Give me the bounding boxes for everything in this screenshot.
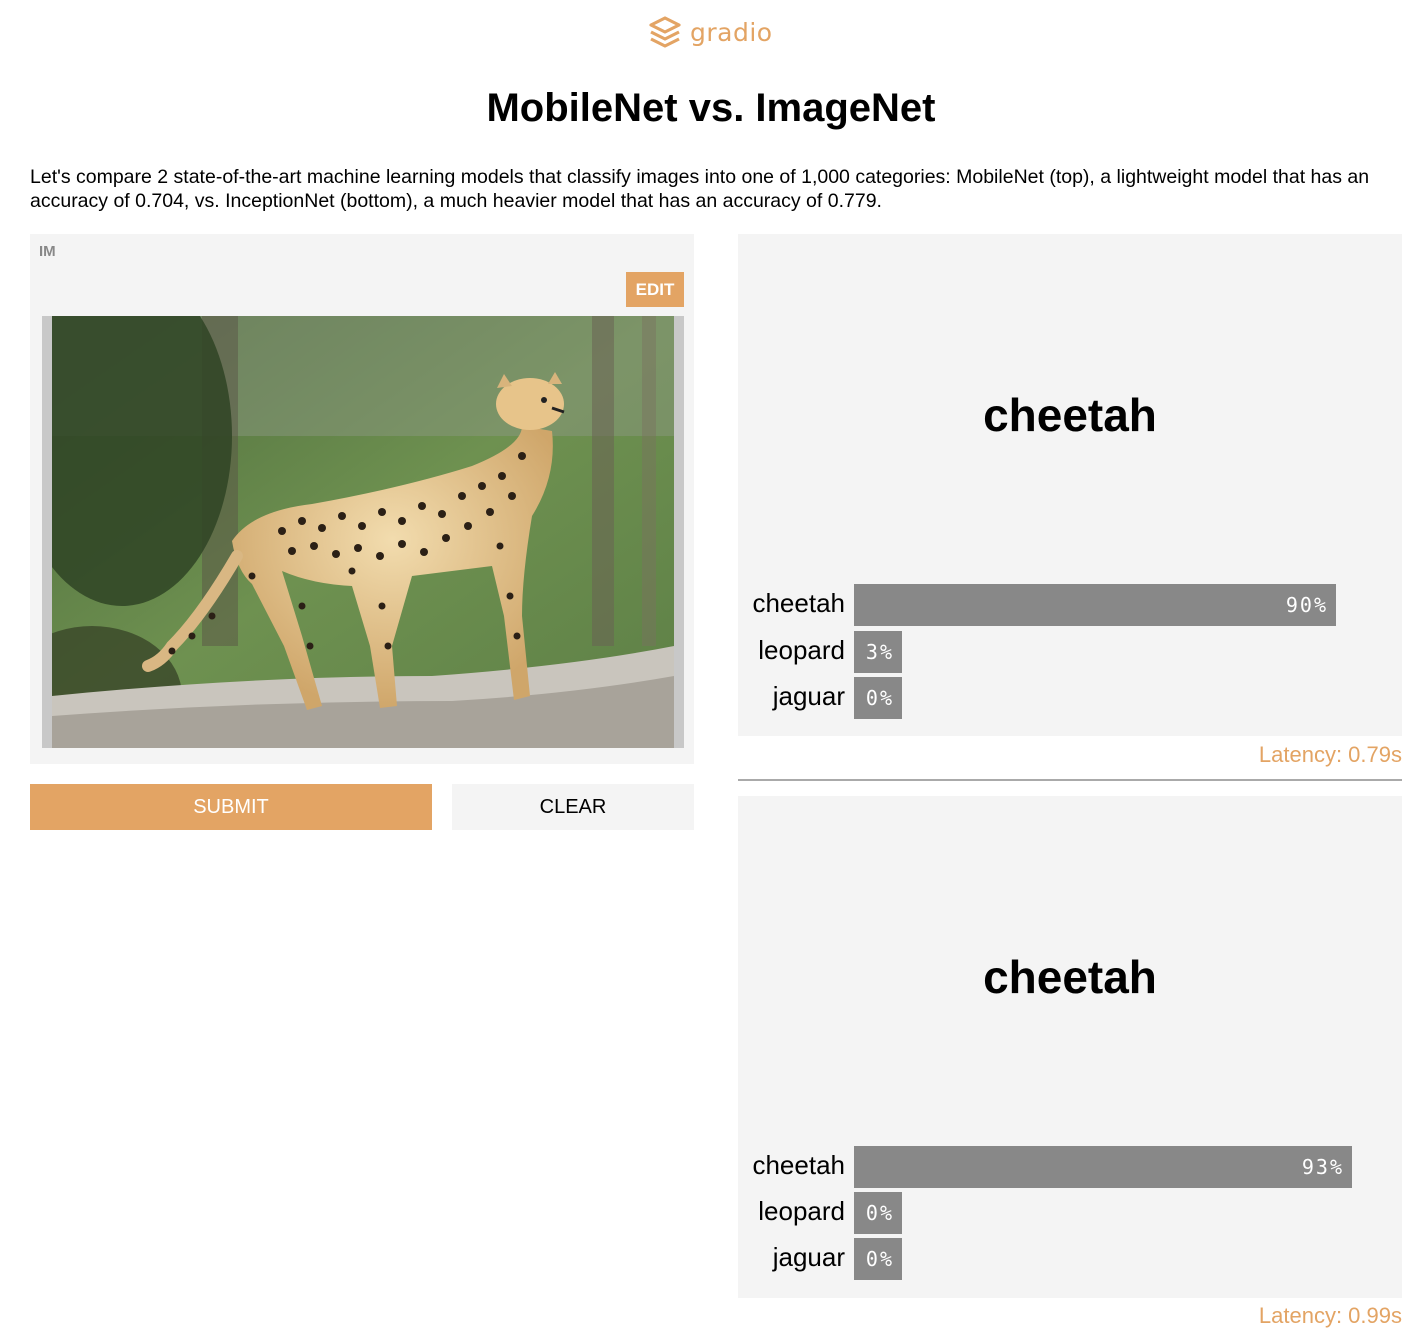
brand-name: gradio [690,17,773,47]
image-input-panel[interactable]: IM EDIT [30,234,694,764]
confidence-percent: 93% [1301,1155,1344,1179]
confidence-percent: 0% [865,1247,894,1271]
confidence-bar: 90% [854,584,1336,626]
confidence-bar: 0% [854,677,902,719]
latency-text: Latency: 0.79s [1258,742,1402,767]
latency-text: Latency: 0.99s [1258,1303,1402,1328]
page-description: Let's compare 2 state-of-the-art machine… [30,166,1370,212]
class-name: cheetah [752,588,845,618]
gradio-logo: gradio [648,14,773,50]
confidence-bar: 0% [854,1192,902,1234]
confidence-percent: 3% [865,640,894,664]
confidence-percent: 0% [865,1201,894,1225]
confidence-row: jaguar 0% [738,677,1402,719]
confidence-percent: 90% [1285,593,1328,617]
predicted-label: cheetah [983,951,1157,1003]
input-label: IM [39,243,56,260]
confidence-bar: 3% [854,631,902,673]
class-name: leopard [758,635,845,665]
predicted-label: cheetah [983,389,1157,441]
class-name: cheetah [752,1150,845,1180]
edit-button[interactable]: EDIT [626,272,684,307]
confidence-row: jaguar 0% [738,1238,1402,1280]
confidence-row: cheetah 93% [738,1146,1402,1188]
confidence-bar: 93% [854,1146,1352,1188]
output-panel-inceptionnet: cheetah cheetah 93% leopard 0% jaguar 0% [738,796,1402,1298]
cheetah-image [52,316,674,748]
submit-button[interactable]: SUBMIT [30,784,432,830]
class-name: leopard [758,1196,845,1226]
confidence-row: leopard 0% [738,1192,1402,1234]
confidence-bar: 0% [854,1238,902,1280]
confidence-row: cheetah 90% [738,584,1402,626]
confidence-row: leopard 3% [738,631,1402,673]
page-title: MobileNet vs. ImageNet [486,86,936,130]
class-name: jaguar [772,1242,845,1272]
output-divider [738,779,1402,781]
clear-button[interactable]: CLEAR [452,784,694,830]
confidence-percent: 0% [865,686,894,710]
gradio-logo-icon [649,16,681,48]
uploaded-image[interactable] [42,316,684,748]
output-panel-mobilenet: cheetah cheetah 90% leopard 3% jaguar 0% [738,234,1402,736]
class-name: jaguar [772,681,845,711]
